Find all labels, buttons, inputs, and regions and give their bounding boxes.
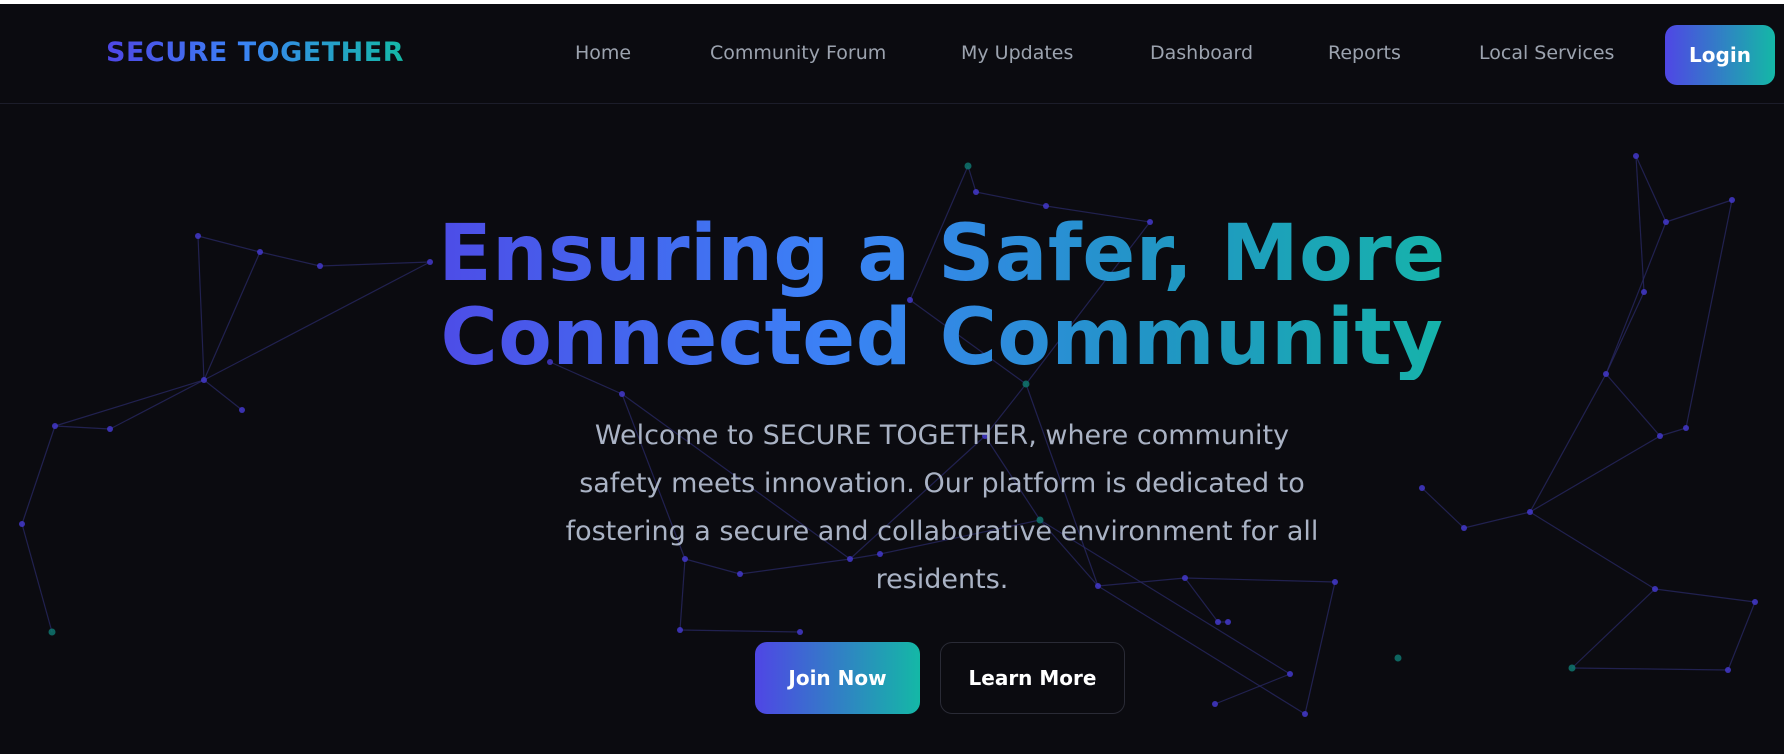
navbar: SECURE TOGETHER Home Community Forum My …	[0, 4, 1784, 104]
hero-title-line-2: Connected Community	[440, 293, 1444, 383]
page: SECURE TOGETHER Home Community Forum My …	[0, 0, 1784, 754]
hero-description: Welcome to SECURE TOGETHER, where commun…	[565, 420, 1319, 595]
nav-link-dashboard[interactable]: Dashboard	[1150, 42, 1253, 64]
hero-title: Ensuring a Safer, More Connected Communi…	[392, 212, 1492, 380]
nav-link-home[interactable]: Home	[575, 42, 631, 64]
learn-more-button[interactable]: Learn More	[940, 642, 1125, 714]
nav-links: Home Community Forum My Updates Dashboar…	[0, 4, 1784, 103]
hero-title-line-1: Ensuring a Safer, More	[438, 209, 1446, 299]
nav-link-local-services[interactable]: Local Services	[1479, 42, 1614, 64]
nav-link-my-updates[interactable]: My Updates	[961, 42, 1073, 64]
nav-link-community-forum[interactable]: Community Forum	[710, 42, 886, 64]
login-button[interactable]: Login	[1665, 25, 1775, 85]
hero-section: Ensuring a Safer, More Connected Communi…	[0, 104, 1784, 754]
nav-link-reports[interactable]: Reports	[1328, 42, 1401, 64]
join-now-button[interactable]: Join Now	[755, 642, 920, 714]
top-strip	[0, 0, 1784, 4]
